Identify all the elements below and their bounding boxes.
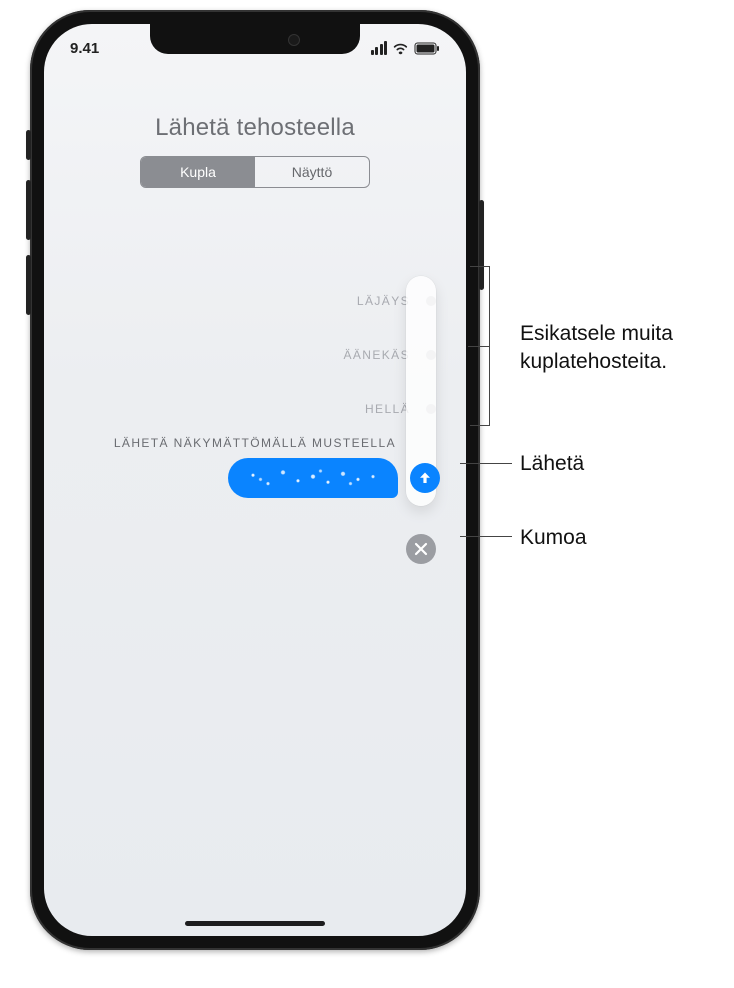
cellular-icon bbox=[371, 41, 388, 55]
send-button[interactable] bbox=[410, 463, 440, 493]
effect-type-segmented-control[interactable]: Kupla Näyttö bbox=[140, 156, 370, 188]
iphone-frame: 9.41 Lähetä tehosteella Kupla Näyttö bbox=[30, 10, 480, 950]
effect-label: HELLÄ bbox=[365, 402, 410, 416]
close-icon bbox=[414, 542, 428, 556]
callout-preview-effects: Esikatsele muita kuplatehosteita. bbox=[520, 320, 720, 377]
screen: 9.41 Lähetä tehosteella Kupla Näyttö bbox=[44, 24, 466, 936]
cancel-button[interactable] bbox=[406, 534, 436, 564]
arrow-up-icon bbox=[417, 470, 433, 486]
effect-option-gentle[interactable]: HELLÄ bbox=[90, 382, 440, 436]
tab-screen[interactable]: Näyttö bbox=[255, 157, 369, 187]
volume-up-button bbox=[26, 180, 31, 240]
callout-leader-line bbox=[460, 463, 512, 464]
notch bbox=[150, 24, 360, 54]
effect-label-selected: LÄHETÄ NÄKYMÄTTÖMÄLLÄ MUSTEELLA bbox=[114, 436, 396, 450]
page-title: Lähetä tehosteella bbox=[44, 114, 466, 142]
effect-label: LÄJÄYS bbox=[357, 294, 410, 308]
effect-option-invisible-ink: LÄHETÄ NÄKYMÄTTÖMÄLLÄ MUSTEELLA bbox=[114, 436, 440, 498]
status-indicators bbox=[371, 41, 441, 55]
wifi-icon bbox=[392, 42, 409, 55]
effect-label: ÄÄNEKÄS bbox=[344, 348, 411, 362]
message-bubble-preview bbox=[228, 458, 398, 498]
callout-leader-line bbox=[460, 536, 512, 537]
invisible-ink-effect bbox=[238, 464, 388, 492]
tab-bubble[interactable]: Kupla bbox=[141, 157, 255, 187]
battery-icon bbox=[414, 42, 440, 55]
home-indicator bbox=[185, 921, 325, 926]
effect-option-loud[interactable]: ÄÄNEKÄS bbox=[90, 328, 440, 382]
effect-list: LÄJÄYS ÄÄNEKÄS HELLÄ bbox=[90, 274, 440, 436]
status-time: 9.41 bbox=[70, 40, 99, 57]
callout-cancel: Kumoa bbox=[520, 524, 587, 552]
mute-switch bbox=[26, 130, 31, 160]
callout-bracket bbox=[470, 266, 490, 426]
volume-down-button bbox=[26, 255, 31, 315]
callout-send: Lähetä bbox=[520, 450, 584, 478]
effect-option-slam[interactable]: LÄJÄYS bbox=[90, 274, 440, 328]
